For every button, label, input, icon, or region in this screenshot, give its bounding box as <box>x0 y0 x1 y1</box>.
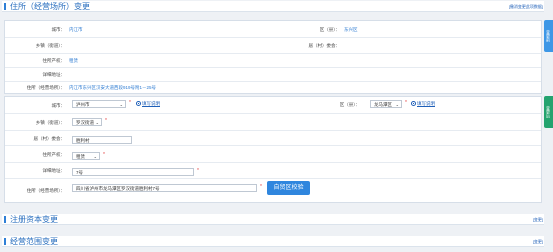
old-village-label: 居（村）委会： <box>308 43 341 48</box>
new-district-label: 区（县）： <box>339 102 360 107</box>
change-scope-link[interactable]: [变更] <box>533 239 543 245</box>
new-district-help-text: 填写说明 <box>417 101 435 106</box>
old-district-label: 区（县）： <box>319 27 340 32</box>
section-header-address: 住所（经营场所）变更 [撤消变更此项数据] <box>2 1 544 12</box>
new-town-select-value: 罗汉街道 <box>76 120 94 125</box>
new-city-label: 城市： <box>51 103 66 108</box>
old-row-town: 乡镇（街道）： 居（村）委会： <box>5 38 541 54</box>
chevron-down-icon: ⌄ <box>395 102 399 107</box>
chevron-down-icon: ⌄ <box>119 102 123 107</box>
new-address-input-value: 四川省泸州市龙马潭区罗汉街道胜利村7号 <box>76 186 160 191</box>
required-marker: * <box>405 100 407 106</box>
new-village-input-value: 胜利村 <box>76 138 90 143</box>
new-ownership-select[interactable]: 租赁 ⌄ <box>72 152 100 160</box>
required-marker: * <box>197 168 199 174</box>
new-district-help-link[interactable]: 填写说明 <box>411 101 435 107</box>
new-town-label: 乡镇（街道）： <box>35 120 65 125</box>
new-ownership-label: 住所产权： <box>42 152 66 157</box>
required-marker: * <box>105 118 107 124</box>
new-detail-label: 详细地址： <box>42 168 66 173</box>
side-tab-before-change[interactable]: 变更前 <box>544 20 553 52</box>
info-icon <box>411 101 416 107</box>
new-city-help-link[interactable]: 填写说明 <box>136 101 160 107</box>
revert-change-link[interactable]: [撤消变更此项数据] <box>509 4 543 10</box>
new-address-label: 住所（经营场所）： <box>26 188 65 193</box>
old-city-value: 内江市 <box>69 27 83 32</box>
new-city-select[interactable]: 泸州市 ⌄ <box>72 100 126 108</box>
old-row-ownership: 住所产权： 租赁 <box>5 54 541 68</box>
old-city-label: 城市： <box>51 27 66 32</box>
old-address-panel: 城市： 内江市 区（县）： 东兴区 乡镇（街道）： 居（村）委会： 住所产权： … <box>4 20 542 94</box>
info-icon <box>136 101 141 107</box>
new-address-input[interactable]: 四川省泸州市龙马潭区罗汉街道胜利村7号 <box>72 184 257 192</box>
new-district-select[interactable]: 龙马潭区 ⌄ <box>370 100 402 108</box>
new-town-select[interactable]: 罗汉街道 ⌄ <box>72 118 102 126</box>
old-detail-label: 详细地址： <box>42 72 66 77</box>
free-trade-zone-verify-button[interactable]: 自贸区校验 <box>267 181 310 195</box>
chevron-down-icon: ⌄ <box>93 154 97 159</box>
old-row-detail: 详细地址： <box>5 68 541 82</box>
section-accent-bar <box>4 238 6 245</box>
required-marker: * <box>260 184 262 190</box>
new-city-help-text: 填写说明 <box>142 101 160 106</box>
old-ownership-value: 租赁 <box>69 58 78 63</box>
section-title-capital: 注册资本变更 <box>10 215 58 224</box>
section-header-scope: 经营范围变更 [变更] <box>2 236 544 247</box>
old-district-value: 东兴区 <box>344 27 358 32</box>
side-tab-after-change[interactable]: 变更后 <box>544 96 553 128</box>
new-village-input[interactable]: 胜利村 <box>72 136 132 144</box>
old-ownership-label: 住所产权： <box>42 58 66 63</box>
new-ownership-select-value: 租赁 <box>76 154 85 159</box>
new-district-select-value: 龙马潭区 <box>374 102 392 107</box>
new-detail-input-value: 7号 <box>76 170 84 175</box>
change-capital-link[interactable]: [变更] <box>533 217 543 223</box>
required-marker: * <box>103 152 105 158</box>
new-detail-input[interactable]: 7号 <box>72 168 194 176</box>
chevron-down-icon: ⌄ <box>95 120 99 125</box>
required-marker: * <box>129 100 131 106</box>
section-title-scope: 经营范围变更 <box>10 237 58 246</box>
old-town-label: 乡镇（街道）： <box>35 43 65 48</box>
section-accent-bar <box>4 216 6 223</box>
section-header-capital: 注册资本变更 [变更] <box>2 214 544 225</box>
section-accent-bar <box>4 3 6 10</box>
old-row-address: 住所（经营场所）： 内江市东兴区汉安大道西段919号附1－25号 <box>5 82 541 94</box>
new-city-select-value: 泸州市 <box>76 102 90 107</box>
new-village-label: 居（村）委会： <box>33 136 66 141</box>
old-row-city: 城市： 内江市 区（县）： 东兴区 <box>5 21 541 38</box>
old-address-label: 住所（经营场所）： <box>26 85 65 90</box>
old-address-value: 内江市东兴区汉安大道西段919号附1－25号 <box>69 85 157 90</box>
section-title-address: 住所（经营场所）变更 <box>10 2 90 11</box>
